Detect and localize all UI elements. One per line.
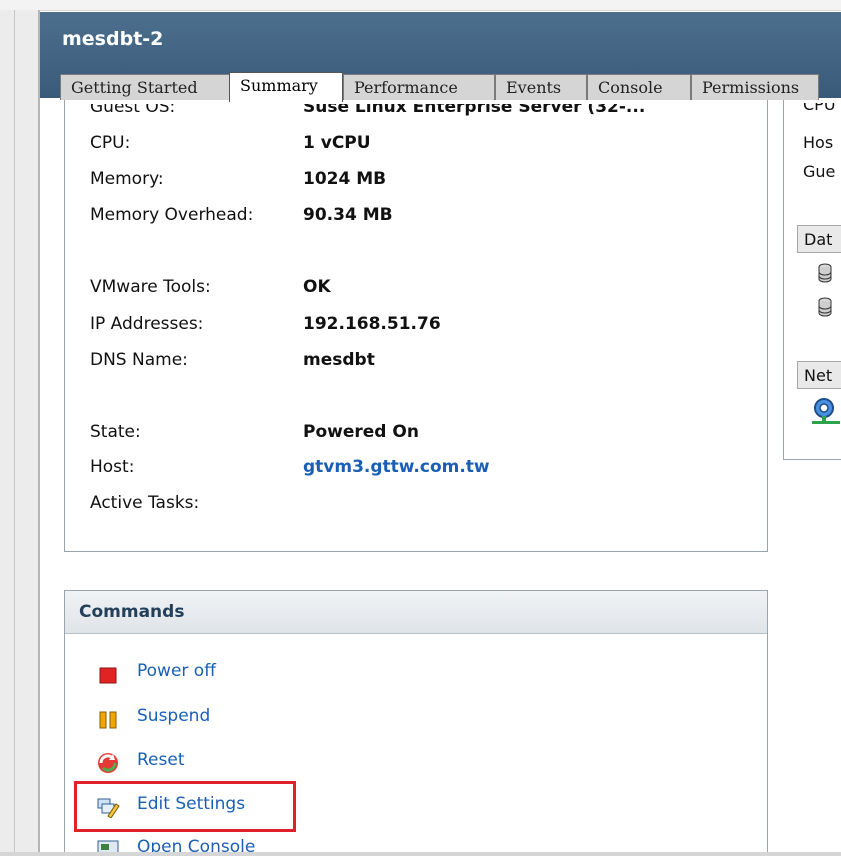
vmware-tools-value: OK — [303, 277, 331, 297]
top-bar — [0, 0, 841, 11]
open-console-command[interactable]: Open Console — [97, 837, 280, 863]
vmware-tools-label: VMware Tools: — [90, 277, 211, 297]
memory-value: 1024 MB — [303, 169, 387, 189]
bottom-edge — [0, 852, 841, 856]
memory-label: Memory: — [90, 169, 164, 189]
power-off-label: Power off — [137, 661, 216, 681]
tab-getting-started[interactable]: Getting Started — [60, 74, 230, 100]
suspend-icon — [99, 711, 117, 729]
host-label: Host: — [90, 457, 135, 477]
datastore-header[interactable]: Dat — [797, 225, 841, 253]
tab-console[interactable]: Console — [587, 74, 691, 100]
host-link[interactable]: gtvm3.gttw.com.tw — [303, 457, 490, 477]
left-pane-edge[interactable] — [0, 10, 40, 856]
power-off-command[interactable]: Power off — [99, 661, 260, 687]
commands-title: Commands — [79, 602, 185, 622]
tab-performance[interactable]: Performance — [343, 74, 495, 100]
suspend-command[interactable]: Suspend — [99, 706, 260, 732]
reset-label: Reset — [137, 750, 185, 770]
tab-permissions[interactable]: Permissions — [691, 74, 819, 100]
power-off-icon — [99, 667, 117, 684]
dns-name-value: mesdbt — [303, 350, 375, 370]
guest-os-label: Guest OS: — [90, 104, 176, 117]
resource-cpu-label: CPU — [803, 103, 836, 114]
reset-command[interactable]: Reset — [98, 750, 260, 776]
suspend-label: Suspend — [137, 706, 211, 726]
active-tasks-label: Active Tasks: — [90, 493, 200, 513]
dns-name-label: DNS Name: — [90, 350, 188, 370]
vm-title: mesdbt-2 — [62, 28, 164, 50]
state-label: State: — [90, 422, 141, 442]
edit-settings-highlight — [74, 781, 296, 832]
network-header[interactable]: Net — [797, 361, 841, 389]
resource-guest-label: Gue — [803, 162, 836, 181]
tab-events[interactable]: Events — [495, 74, 587, 100]
network-icon[interactable] — [812, 397, 840, 427]
state-value: Powered On — [303, 422, 419, 442]
open-console-icon — [97, 840, 119, 856]
cpu-value: 1 vCPU — [303, 133, 371, 153]
memory-overhead-label: Memory Overhead: — [90, 205, 254, 225]
ip-addresses-label: IP Addresses: — [90, 314, 204, 334]
datastore-icon[interactable] — [817, 297, 833, 317]
reset-icon — [98, 753, 118, 773]
tab-summary[interactable]: Summary — [229, 72, 343, 102]
cpu-label: CPU: — [90, 133, 131, 153]
resource-host-label: Hos — [803, 133, 834, 152]
ip-addresses-value: 192.168.51.76 — [303, 314, 441, 334]
datastore-icon[interactable] — [817, 263, 833, 283]
guest-os-value: Suse Linux Enterprise Server (32-... — [303, 104, 646, 117]
memory-overhead-value: 90.34 MB — [303, 205, 393, 225]
